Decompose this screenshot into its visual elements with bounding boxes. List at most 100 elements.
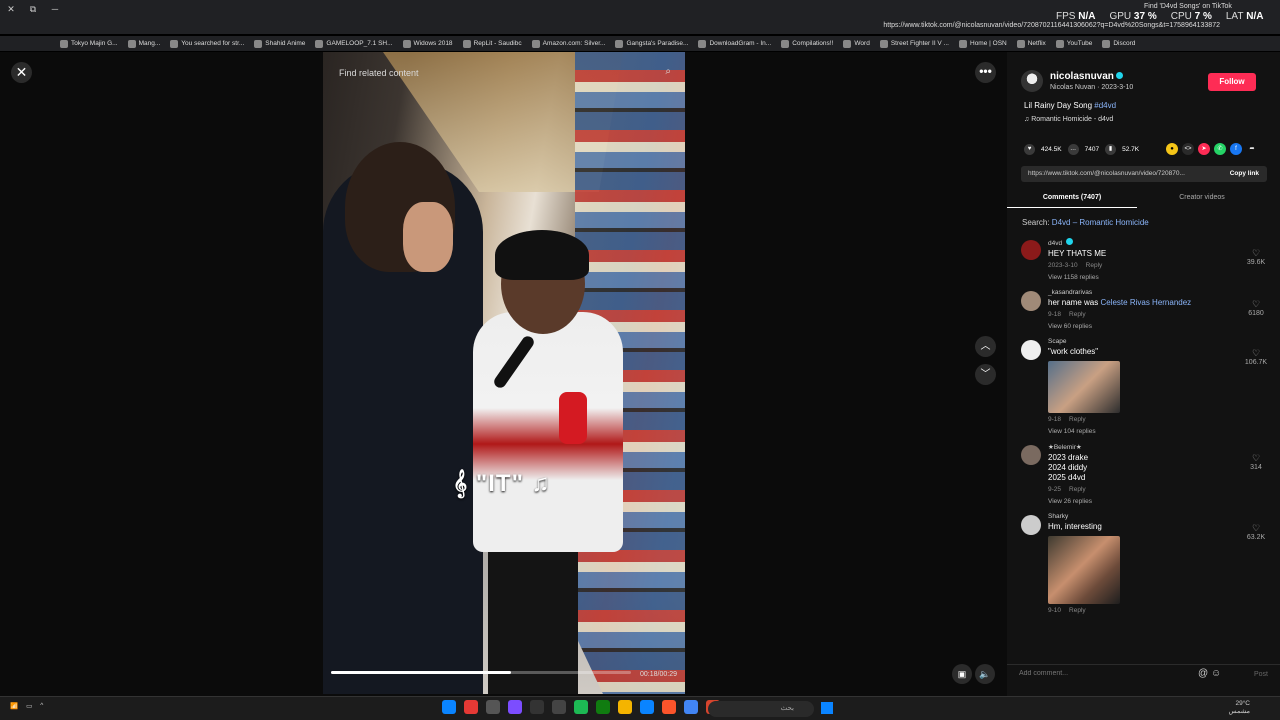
- reply-button[interactable]: Reply: [1069, 311, 1086, 318]
- brave-icon[interactable]: [662, 700, 676, 714]
- hashtag-link[interactable]: #d4vd: [1094, 101, 1116, 110]
- embed-icon[interactable]: <>: [1182, 143, 1194, 155]
- bookmark-item[interactable]: Widows 2018: [402, 39, 453, 48]
- weather-widget[interactable]: 29°C مشمس: [1229, 700, 1250, 716]
- find-related-content[interactable]: Find related content: [339, 68, 419, 78]
- avatar[interactable]: [1021, 340, 1041, 360]
- coin-icon[interactable]: ●: [1166, 143, 1178, 155]
- bookmark-item[interactable]: Word: [843, 39, 870, 48]
- comment-like[interactable]: ♡ 106.7K: [1241, 348, 1271, 366]
- copy-link-button[interactable]: Copy link: [1230, 166, 1259, 182]
- bookmark-item[interactable]: RepLit - Saudibc: [462, 39, 522, 48]
- view-replies[interactable]: View 60 replies: [1048, 323, 1271, 330]
- bookmark-item[interactable]: GAMELOOP_7.1 SH...: [315, 39, 393, 48]
- avatar[interactable]: [1021, 445, 1041, 465]
- minimize-icon[interactable]: ─: [50, 4, 60, 14]
- send-icon[interactable]: ➤: [1198, 143, 1210, 155]
- comment-like[interactable]: ♡ 314: [1241, 453, 1271, 471]
- video-link[interactable]: https://www.tiktok.com/@nicolasnuvan/vid…: [1021, 166, 1267, 182]
- tab-creator-videos[interactable]: Creator videos: [1137, 190, 1267, 208]
- heart-icon[interactable]: ♥: [1024, 144, 1035, 155]
- comment-like[interactable]: ♡ 39.6K: [1241, 248, 1271, 266]
- reply-button[interactable]: Reply: [1069, 416, 1086, 423]
- bookmark-item[interactable]: DownloadGram - In...: [698, 39, 771, 48]
- bookmark-item[interactable]: Shahid Anime: [254, 39, 305, 48]
- reply-button[interactable]: Reply: [1069, 486, 1086, 493]
- bookmark-item[interactable]: Compilations!!: [781, 39, 833, 48]
- app-icon[interactable]: [486, 700, 500, 714]
- view-replies[interactable]: View 104 replies: [1048, 428, 1271, 435]
- previous-video-button[interactable]: ︿: [975, 336, 996, 357]
- restore-icon[interactable]: ⧉: [28, 4, 38, 15]
- author-block[interactable]: nicolasnuvan Nicolas Nuvan · 2023-3-10: [1021, 70, 1133, 92]
- comment-image[interactable]: [1048, 536, 1120, 604]
- battery-icon[interactable]: ▭: [26, 702, 32, 710]
- spotify-icon[interactable]: [574, 700, 588, 714]
- file-explorer-icon[interactable]: [618, 700, 632, 714]
- comment-input[interactable]: [1019, 670, 1199, 677]
- edge-icon[interactable]: [442, 700, 456, 714]
- avatar[interactable]: [1021, 70, 1043, 92]
- view-replies[interactable]: View 26 replies: [1048, 498, 1271, 505]
- more-options-button[interactable]: •••: [975, 62, 996, 83]
- taskbar-search[interactable]: بحث: [708, 701, 814, 717]
- post-button[interactable]: Post: [1254, 671, 1268, 678]
- network-icon[interactable]: 📶: [10, 702, 18, 710]
- comment-user[interactable]: Scape: [1048, 338, 1271, 345]
- reply-button[interactable]: Reply: [1069, 607, 1086, 614]
- comment-user[interactable]: _kasandrarivas: [1048, 289, 1271, 296]
- progress-bar[interactable]: [331, 671, 631, 674]
- comment-like[interactable]: ♡ 6180: [1241, 299, 1271, 317]
- reply-button[interactable]: Reply: [1086, 262, 1103, 269]
- video-player[interactable]: Find related content ⌕ 𝄞 "IT" ♫ 00:18/00…: [323, 52, 685, 694]
- floating-player-icon[interactable]: ▣: [952, 664, 972, 684]
- facebook-icon[interactable]: f: [1230, 143, 1242, 155]
- avatar[interactable]: [1021, 291, 1041, 311]
- bookmark-item[interactable]: Amazon.com: Silver...: [531, 39, 605, 48]
- search-icon[interactable]: ⌕: [665, 66, 671, 77]
- xbox-icon[interactable]: [596, 700, 610, 714]
- bookmark-item[interactable]: Street Fighter II V ...: [879, 39, 949, 48]
- volume-icon[interactable]: 🔈: [975, 664, 995, 684]
- comment-like[interactable]: ♡ 63.2K: [1241, 523, 1271, 541]
- bookmark-item[interactable]: Discord: [1102, 39, 1135, 48]
- chrome-icon[interactable]: [684, 700, 698, 714]
- bookmark-item[interactable]: Mang...: [127, 39, 160, 48]
- app-icon[interactable]: [464, 700, 478, 714]
- close-button[interactable]: ✕: [11, 62, 32, 83]
- next-video-button[interactable]: ﹀: [975, 364, 996, 385]
- comment-icon[interactable]: …: [1067, 144, 1079, 155]
- address-bar[interactable]: https://www.tiktok.com/@nicolasnuvan/vid…: [883, 22, 1220, 29]
- music-link[interactable]: ♫ Romantic Homicide - d4vd: [1024, 116, 1113, 123]
- bookmark-item[interactable]: You searched for str...: [170, 39, 244, 48]
- app-icon[interactable]: [508, 700, 522, 714]
- share-arrow-icon[interactable]: ➦: [1246, 143, 1258, 155]
- active-tab[interactable]: Find 'D4vd Songs' on TikTok: [1144, 3, 1232, 10]
- bookmark-item[interactable]: Tokyo Majin G...: [60, 39, 118, 48]
- mention-icon[interactable]: @: [1198, 668, 1208, 679]
- emoji-icon[interactable]: ☺: [1211, 668, 1221, 679]
- avatar[interactable]: [1021, 515, 1041, 535]
- avatar[interactable]: [1021, 240, 1041, 260]
- chevron-up-icon[interactable]: ^: [40, 702, 43, 710]
- bookmark-item[interactable]: Home | OSN: [959, 39, 1007, 48]
- comment-user[interactable]: ★Belemir★: [1048, 443, 1271, 451]
- windows-start-icon[interactable]: [821, 702, 833, 714]
- whatsapp-icon[interactable]: ✆: [1214, 143, 1226, 155]
- bookmark-item[interactable]: YouTube: [1055, 39, 1092, 48]
- follow-button[interactable]: Follow: [1208, 73, 1256, 91]
- bookmark-item[interactable]: Gangsta's Paradise...: [615, 39, 688, 48]
- app-icon[interactable]: [530, 700, 544, 714]
- comment-image[interactable]: [1048, 361, 1120, 413]
- bookmark-icon[interactable]: ▮: [1105, 144, 1117, 155]
- close-window-icon[interactable]: ✕: [6, 4, 16, 15]
- search-suggestion[interactable]: Search: D4vd – Romantic Homicide: [1022, 218, 1149, 227]
- bookmark-item[interactable]: Netflix: [1016, 39, 1046, 48]
- comment-user[interactable]: d4vd: [1048, 240, 1062, 247]
- view-replies[interactable]: View 1158 replies: [1048, 274, 1271, 281]
- app-icon[interactable]: [640, 700, 654, 714]
- tab-comments[interactable]: Comments (7407): [1007, 190, 1137, 208]
- username[interactable]: nicolasnuvan: [1050, 71, 1114, 82]
- app-icon[interactable]: [552, 700, 566, 714]
- comment-user[interactable]: Sharky: [1048, 513, 1271, 520]
